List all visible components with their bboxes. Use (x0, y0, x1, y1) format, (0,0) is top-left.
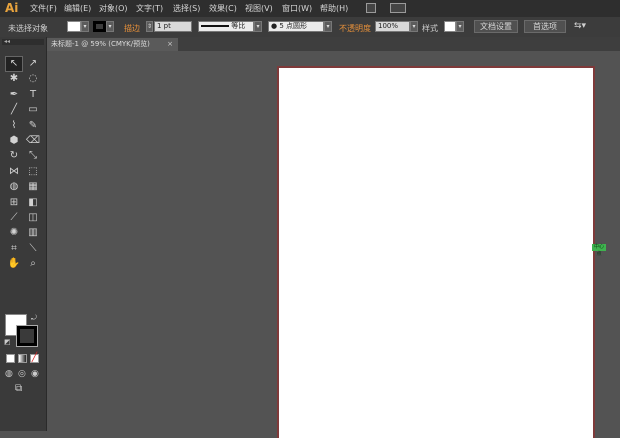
chevron-down-icon[interactable]: ▾ (324, 21, 332, 32)
opacity-label[interactable]: 不透明度 (339, 23, 371, 34)
gradient-mode-icon[interactable] (18, 354, 27, 363)
default-colors-icon[interactable]: ◩ (4, 338, 11, 346)
artboard[interactable] (277, 66, 595, 438)
menu-file[interactable]: 文件(F) (30, 3, 57, 14)
menu-edit[interactable]: 编辑(E) (64, 3, 91, 14)
menu-window[interactable]: 窗口(W) (282, 3, 312, 14)
lasso-tool-icon[interactable]: ◌ (25, 72, 41, 86)
draw-normal-icon[interactable]: ◍ (5, 369, 13, 379)
shape-builder-tool-icon[interactable]: ◍ (6, 180, 22, 194)
free-transform-tool-icon[interactable]: ⬚ (25, 165, 41, 179)
document-tab-title: 未标题-1 @ 59% (CMYK/预览) (51, 40, 150, 48)
stepper-icon[interactable]: ⇕ (146, 21, 153, 32)
menu-help[interactable]: 帮助(H) (320, 3, 348, 14)
blob-brush-tool-icon[interactable]: ⬢ (6, 134, 22, 148)
draw-inside-icon[interactable]: ◉ (31, 369, 39, 379)
fill-swatch[interactable] (67, 21, 81, 32)
stroke-line-icon (201, 25, 229, 27)
document-tab[interactable]: 未标题-1 @ 59% (CMYK/预览) × (46, 38, 178, 51)
selection-status: 未选择对象 (8, 24, 48, 33)
stroke-swatch[interactable] (93, 21, 106, 32)
center-point-marker: 中心点 (592, 244, 606, 257)
panel-menu-icon[interactable]: ⇆▾ (574, 21, 586, 31)
close-icon[interactable]: × (167, 38, 173, 51)
draw-behind-icon[interactable]: ◎ (18, 369, 26, 379)
magic-wand-tool-icon[interactable]: ✱ (6, 72, 22, 86)
eraser-tool-icon[interactable]: ⌫ (25, 134, 41, 148)
menu-effect[interactable]: 效果(C) (209, 3, 237, 14)
menu-select[interactable]: 选择(S) (173, 3, 200, 14)
slice-tool-icon[interactable]: ⟍ (25, 242, 41, 256)
brush-dropdown[interactable]: ● 5 点圆形 (268, 21, 324, 32)
rectangle-tool-icon[interactable]: ▭ (25, 103, 41, 117)
stroke-profile-dropdown[interactable]: 等比 (198, 21, 254, 32)
zoom-tool-icon[interactable]: ⌕ (25, 257, 41, 271)
menu-object[interactable]: 对象(O) (99, 3, 128, 14)
illustrator-logo: Ai (5, 1, 19, 15)
swap-colors-icon[interactable]: ⤾ (31, 314, 37, 323)
none-mode-icon[interactable]: ╱ (30, 354, 39, 363)
symbol-sprayer-tool-icon[interactable]: ✺ (6, 226, 22, 240)
opacity-field[interactable]: 100% (375, 21, 410, 32)
document-tab-strip: 未标题-1 @ 59% (CMYK/预览) × (0, 37, 620, 51)
column-graph-tool-icon[interactable]: ▥ (25, 226, 41, 240)
chevron-down-icon[interactable]: ▾ (254, 21, 262, 32)
chevron-down-icon[interactable]: ▾ (456, 21, 464, 32)
stroke-weight-field[interactable]: 1 pt (154, 21, 192, 32)
line-segment-tool-icon[interactable]: ╱ (6, 103, 22, 117)
direct-selection-tool-icon[interactable]: ↗ (25, 57, 41, 71)
gradient-tool-icon[interactable]: ◧ (25, 196, 41, 210)
selection-tool-icon[interactable]: ↖ (5, 56, 23, 72)
arrange-documents-icon[interactable] (390, 3, 406, 13)
artboard-tool-icon[interactable]: ⌗ (6, 242, 22, 256)
preferences-button[interactable]: 首选项 (524, 20, 566, 33)
style-label: 样式 (422, 24, 438, 33)
chevron-down-icon[interactable]: ▾ (410, 21, 418, 32)
scale-tool-icon[interactable]: ⤡ (25, 149, 41, 163)
chevron-down-icon[interactable]: ▾ (81, 21, 89, 32)
tools-panel: ◂◂ ↖ ↗ ✱ ◌ ✒ T ╱ ▭ ⌇ ✎ ⬢ ⌫ ↻ ⤡ ⋈ ⬚ ◍ ▦ ⊞ ◧ ⟋ ◫ ✺ ▥ ⌗ ⟍ ✋ ⌕ ⤾ ◩ ╱ ◍ … (0, 37, 47, 431)
stroke-label[interactable]: 描边 (124, 23, 140, 34)
stroke-color-box[interactable] (16, 325, 38, 347)
menu-view[interactable]: 视图(V) (245, 3, 273, 14)
paintbrush-tool-icon[interactable]: ⌇ (6, 119, 22, 133)
color-mode-icon[interactable] (6, 354, 15, 363)
blend-tool-icon[interactable]: ◫ (25, 211, 41, 225)
style-swatch[interactable] (444, 21, 456, 32)
perspective-grid-tool-icon[interactable]: ▦ (25, 180, 41, 194)
type-tool-icon[interactable]: T (25, 88, 41, 102)
control-bar: 未选择对象 ▾ ▾ 描边 ⇕ 1 pt 等比 ▾ ● 5 点圆形 ▾ 不透明度 … (0, 17, 620, 38)
pen-tool-icon[interactable]: ✒ (6, 88, 22, 102)
rotate-tool-icon[interactable]: ↻ (6, 149, 22, 163)
menu-bar: Ai 文件(F) 编辑(E) 对象(O) 文字(T) 选择(S) 效果(C) 视… (0, 0, 620, 17)
eyedropper-tool-icon[interactable]: ⟋ (6, 211, 22, 225)
hand-tool-icon[interactable]: ✋ (6, 257, 22, 271)
panel-collapse-icon[interactable]: ◂◂ (2, 39, 44, 45)
bridge-icon[interactable] (366, 3, 376, 13)
chevron-down-icon[interactable]: ▾ (106, 21, 114, 32)
pencil-tool-icon[interactable]: ✎ (25, 119, 41, 133)
width-tool-icon[interactable]: ⋈ (6, 165, 22, 179)
mesh-tool-icon[interactable]: ⊞ (6, 196, 22, 210)
menu-type[interactable]: 文字(T) (136, 3, 163, 14)
stroke-profile-label: 等比 (231, 22, 246, 30)
document-setup-button[interactable]: 文档设置 (474, 20, 518, 33)
screen-mode-icon[interactable]: ⧉ (15, 383, 22, 394)
